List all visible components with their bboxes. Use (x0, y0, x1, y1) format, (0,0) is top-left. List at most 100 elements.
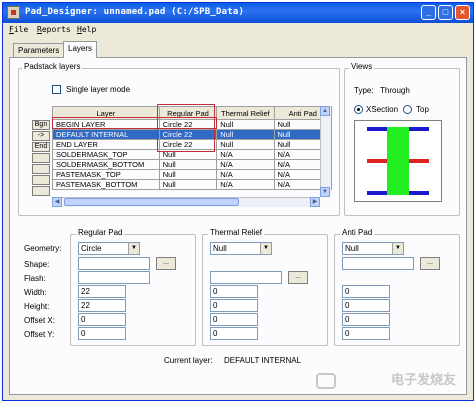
regular-offset-x-field[interactable]: 0 (78, 313, 126, 326)
cell-thermal-relief[interactable]: N/A (216, 169, 275, 180)
cell-thermal-relief[interactable]: Null (216, 119, 275, 130)
cell-regular-pad[interactable]: Null (158, 179, 218, 190)
thermal-offset-y-field[interactable]: 0 (210, 327, 258, 340)
regular-geometry-select[interactable]: Circle ▼ (78, 242, 140, 255)
geometry-label: Geometry: (24, 244, 62, 253)
thermal-height-field[interactable]: 0 (210, 299, 258, 312)
tab-parameters[interactable]: Parameters (13, 43, 65, 57)
flash-label: Flash: (24, 274, 46, 283)
xsection-radio[interactable] (354, 105, 363, 114)
shape-label: Shape: (24, 260, 50, 269)
current-layer-label: Current layer: (164, 356, 213, 365)
begin-layer-button[interactable]: Bgn (32, 120, 50, 130)
chevron-down-icon[interactable]: ▼ (128, 243, 139, 254)
menu-bar: File Reports Help (3, 23, 473, 37)
row-button[interactable] (32, 164, 50, 174)
thermal-flash-browse-button[interactable]: ... (288, 271, 308, 284)
cell-layer[interactable]: PASTEMASK_BOTTOM (52, 179, 160, 190)
thermal-offset-x-field[interactable]: 0 (210, 313, 258, 326)
cell-regular-pad[interactable]: Null (158, 149, 218, 160)
offset-x-label: Offset X: (24, 316, 55, 325)
table-row[interactable]: BEGIN LAYER Circle 22 Null Null (52, 119, 332, 130)
regular-flash-field[interactable] (78, 271, 150, 284)
cell-thermal-relief[interactable]: N/A (216, 149, 275, 160)
regular-offset-y-field[interactable]: 0 (78, 327, 126, 340)
cell-layer[interactable]: SOLDERMASK_BOTTOM (52, 159, 160, 170)
row-button[interactable] (32, 175, 50, 185)
cell-thermal-relief[interactable]: N/A (216, 179, 275, 190)
single-layer-label: Single layer mode (66, 85, 131, 94)
table-row[interactable]: PASTEMASK_TOP Null N/A N/A (52, 169, 332, 180)
cell-thermal-relief[interactable]: N/A (216, 159, 275, 170)
minimize-icon[interactable]: _ (421, 5, 436, 20)
cell-layer[interactable]: PASTEMASK_TOP (52, 169, 160, 180)
row-button[interactable] (32, 186, 50, 196)
end-pad-left (367, 191, 387, 195)
cell-regular-pad[interactable]: Circle 22 (158, 129, 218, 140)
column-header-layer[interactable]: Layer (52, 106, 160, 120)
thermal-geometry-value: Null (213, 244, 227, 253)
xsection-label: XSection (366, 105, 399, 114)
column-header-regular-pad[interactable]: Regular Pad (158, 106, 218, 120)
top-radio[interactable] (403, 105, 412, 114)
row-button[interactable] (32, 153, 50, 163)
tab-layers[interactable]: Layers (63, 41, 98, 58)
thermal-flash-field[interactable] (210, 271, 282, 284)
table-row[interactable]: SOLDERMASK_BOTTOM Null N/A N/A (52, 159, 332, 170)
layers-vertical-scrollbar[interactable] (320, 106, 331, 196)
scroll-right-icon[interactable]: ▶ (310, 197, 320, 207)
default-internal-button[interactable]: -> (32, 131, 50, 141)
scroll-left-icon[interactable]: ◀ (52, 197, 62, 207)
scroll-up-icon[interactable]: ▲ (320, 106, 330, 116)
regular-height-field[interactable]: 22 (78, 299, 126, 312)
title-bar[interactable]: Pad_Designer: unnamed.pad (C:/SPB_Data) … (3, 3, 473, 23)
horizontal-scroll-thumb[interactable] (64, 198, 239, 206)
table-row[interactable]: END LAYER Circle 22 Null Null (52, 139, 332, 150)
type-value: Through (380, 86, 410, 95)
top-label: Top (416, 105, 429, 114)
anti-shape-field[interactable] (342, 257, 414, 270)
menu-help[interactable]: Help (77, 25, 96, 34)
cell-regular-pad[interactable]: Circle 22 (158, 119, 218, 130)
current-layer-value: DEFAULT INTERNAL (224, 356, 302, 365)
close-icon[interactable]: × (455, 5, 470, 20)
thermal-geometry-select[interactable]: Null ▼ (210, 242, 272, 255)
scroll-down-icon[interactable]: ▼ (320, 187, 330, 197)
regular-shape-browse-button[interactable]: ... (156, 257, 176, 270)
cell-layer[interactable]: END LAYER (52, 139, 160, 150)
views-label: Views (349, 62, 375, 71)
cell-layer[interactable]: SOLDERMASK_TOP (52, 149, 160, 160)
padstack-layers-label: Padstack layers (22, 62, 83, 71)
cell-thermal-relief[interactable]: Null (216, 139, 275, 150)
anti-shape-browse-button[interactable]: ... (420, 257, 440, 270)
cell-layer[interactable]: BEGIN LAYER (52, 119, 160, 130)
cell-regular-pad[interactable]: Null (158, 169, 218, 180)
table-row[interactable]: SOLDERMASK_TOP Null N/A N/A (52, 149, 332, 160)
anti-offset-y-field[interactable]: 0 (342, 327, 390, 340)
table-row[interactable]: PASTEMASK_BOTTOM Null N/A N/A (52, 179, 332, 190)
cell-regular-pad[interactable]: Null (158, 159, 218, 170)
anti-width-field[interactable]: 0 (342, 285, 390, 298)
thermal-relief-label: Thermal Relief (208, 228, 265, 237)
chevron-down-icon[interactable]: ▼ (260, 243, 271, 254)
cell-regular-pad[interactable]: Circle 22 (158, 139, 218, 150)
thermal-width-field[interactable]: 0 (210, 285, 258, 298)
regular-width-field[interactable]: 22 (78, 285, 126, 298)
window-title: Pad_Designer: unnamed.pad (C:/SPB_Data) (25, 7, 245, 17)
anti-height-field[interactable]: 0 (342, 299, 390, 312)
anti-geometry-select[interactable]: Null ▼ (342, 242, 404, 255)
regular-shape-field[interactable] (78, 257, 150, 270)
table-row-selected[interactable]: DEFAULT INTERNAL Circle 22 Null Null (52, 129, 332, 140)
pad-designer-window: Pad_Designer: unnamed.pad (C:/SPB_Data) … (2, 2, 474, 401)
menu-file[interactable]: File (9, 25, 28, 34)
height-label: Height: (24, 302, 50, 311)
anti-offset-x-field[interactable]: 0 (342, 313, 390, 326)
end-layer-button[interactable]: End (32, 142, 50, 152)
column-header-thermal-relief[interactable]: Thermal Relief (216, 106, 275, 120)
single-layer-checkbox[interactable] (52, 85, 61, 94)
cell-layer[interactable]: DEFAULT INTERNAL (52, 129, 160, 140)
chevron-down-icon[interactable]: ▼ (392, 243, 403, 254)
menu-reports[interactable]: Reports (37, 25, 71, 34)
cell-thermal-relief[interactable]: Null (216, 129, 275, 140)
maximize-icon[interactable]: □ (438, 5, 453, 20)
